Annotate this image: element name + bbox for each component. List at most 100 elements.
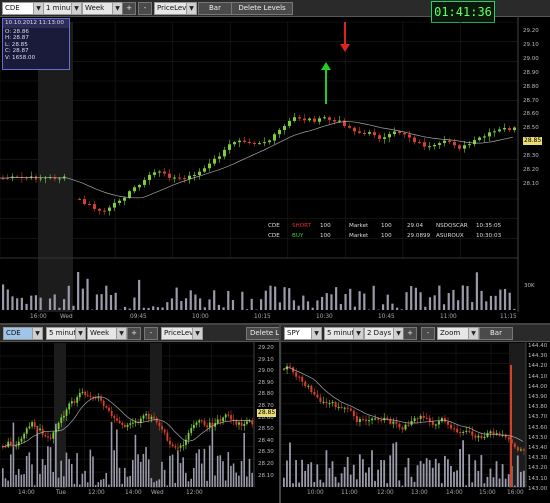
candle-body: [478, 137, 481, 141]
volume-bar: [124, 467, 126, 487]
volume-bar: [461, 285, 464, 310]
candle-body: [334, 402, 337, 408]
volume-bar: [462, 440, 465, 487]
volume-bar: [322, 482, 325, 487]
candle-body: [383, 137, 386, 139]
time-tick-label: 14:00: [18, 490, 35, 496]
volume-bar: [269, 285, 272, 310]
volume-bar: [76, 453, 78, 487]
candle-body: [313, 391, 316, 395]
candle-body: [192, 424, 195, 429]
price-tick-label: 144.10: [528, 373, 548, 380]
volume-bar: [363, 293, 366, 310]
candle-body: [178, 177, 181, 179]
volume-bar: [15, 474, 17, 487]
volume-bar: [331, 461, 334, 487]
volume-bar: [49, 447, 52, 487]
volume-bar: [498, 478, 501, 487]
candle-body: [31, 422, 33, 427]
candle-body: [166, 432, 169, 441]
candle-body: [129, 423, 132, 425]
volume-bar: [278, 302, 281, 310]
time-tick-label: 10:00: [307, 490, 324, 496]
candle-body: [431, 421, 434, 425]
volume-bar: [398, 480, 401, 487]
price-tick-label: 29.20: [523, 28, 539, 34]
candle-body: [323, 117, 326, 119]
candle-body: [477, 435, 480, 438]
volume-bar: [286, 460, 288, 487]
candle-body: [508, 128, 511, 131]
volume-layer: [2, 421, 253, 487]
volume-bar: [121, 483, 123, 487]
volume-bar: [453, 471, 455, 487]
volume-bar: [513, 308, 516, 310]
right-price-chart[interactable]: [281, 325, 550, 503]
volume-bar: [11, 296, 14, 310]
candle-body: [480, 435, 483, 438]
volume-bar: [72, 305, 75, 310]
volume-bar: [2, 284, 5, 310]
volume-bar: [231, 299, 235, 310]
candle-body: [288, 120, 291, 126]
volume-bar: [190, 478, 192, 487]
candle-body: [243, 423, 246, 426]
volume-bar: [380, 459, 382, 487]
price-tick-label: 144.30: [528, 353, 548, 360]
candle-body: [228, 144, 231, 150]
time-tick-label: 14:00: [446, 490, 463, 496]
candle-body: [319, 397, 322, 402]
volume-bar: [325, 450, 328, 487]
trade-row[interactable]: CDE SHORT 100 Market 100 29.04 NSDQSCAR …: [268, 223, 508, 233]
candle-body: [47, 436, 49, 438]
volume-bar: [92, 456, 94, 487]
trade-row[interactable]: CDE BUY 100 Market 100 29.0899 ASUROUX 1…: [268, 233, 508, 243]
volume-bar: [456, 470, 458, 487]
trade-qty-filled: 100: [381, 233, 392, 239]
candle-body: [289, 366, 292, 368]
candle-body: [448, 140, 451, 142]
candle-body: [471, 431, 474, 436]
candle-body: [458, 145, 461, 149]
time-tick-label: Wed: [151, 490, 164, 496]
volume-bar: [494, 295, 497, 310]
volume-bar: [81, 473, 84, 487]
volume-bar: [224, 480, 227, 487]
left-price-chart[interactable]: [0, 325, 279, 503]
candle-body: [15, 445, 18, 447]
volume-bar: [428, 460, 431, 487]
volume-bar: [44, 465, 47, 487]
volume-bar: [465, 485, 468, 487]
volume-bar: [434, 458, 437, 487]
candle-body: [133, 187, 136, 192]
volume-layer: [283, 440, 525, 487]
candle-body: [208, 163, 211, 169]
candle-body: [301, 376, 304, 382]
volume-bar: [52, 471, 54, 487]
volume-bar: [84, 470, 86, 487]
candle-body: [148, 174, 151, 181]
moving-average-line: [1, 396, 252, 448]
trade-price: 29.04: [407, 223, 424, 229]
candle-body: [224, 414, 227, 418]
volume-bar: [2, 468, 4, 487]
buy-arrow-icon: [321, 62, 331, 70]
candle-body: [413, 418, 416, 422]
candle-body: [468, 430, 471, 432]
candle-body: [142, 415, 145, 419]
volume-bar: [289, 442, 291, 487]
candle-body: [459, 432, 462, 434]
candle-body: [78, 392, 81, 398]
volume-bar: [440, 483, 443, 487]
volume-bar: [68, 459, 70, 487]
last-price-tag: 28.85: [523, 137, 543, 145]
candle-body: [124, 424, 126, 427]
time-tick-label: 13:00: [411, 490, 428, 496]
candle-body: [169, 440, 171, 445]
time-tick-label: Wed: [60, 314, 73, 320]
main-price-chart[interactable]: [0, 0, 550, 323]
volume-bar: [150, 478, 153, 487]
candle-body: [513, 443, 516, 448]
candle-body: [251, 420, 254, 425]
volume-bar: [335, 287, 338, 310]
